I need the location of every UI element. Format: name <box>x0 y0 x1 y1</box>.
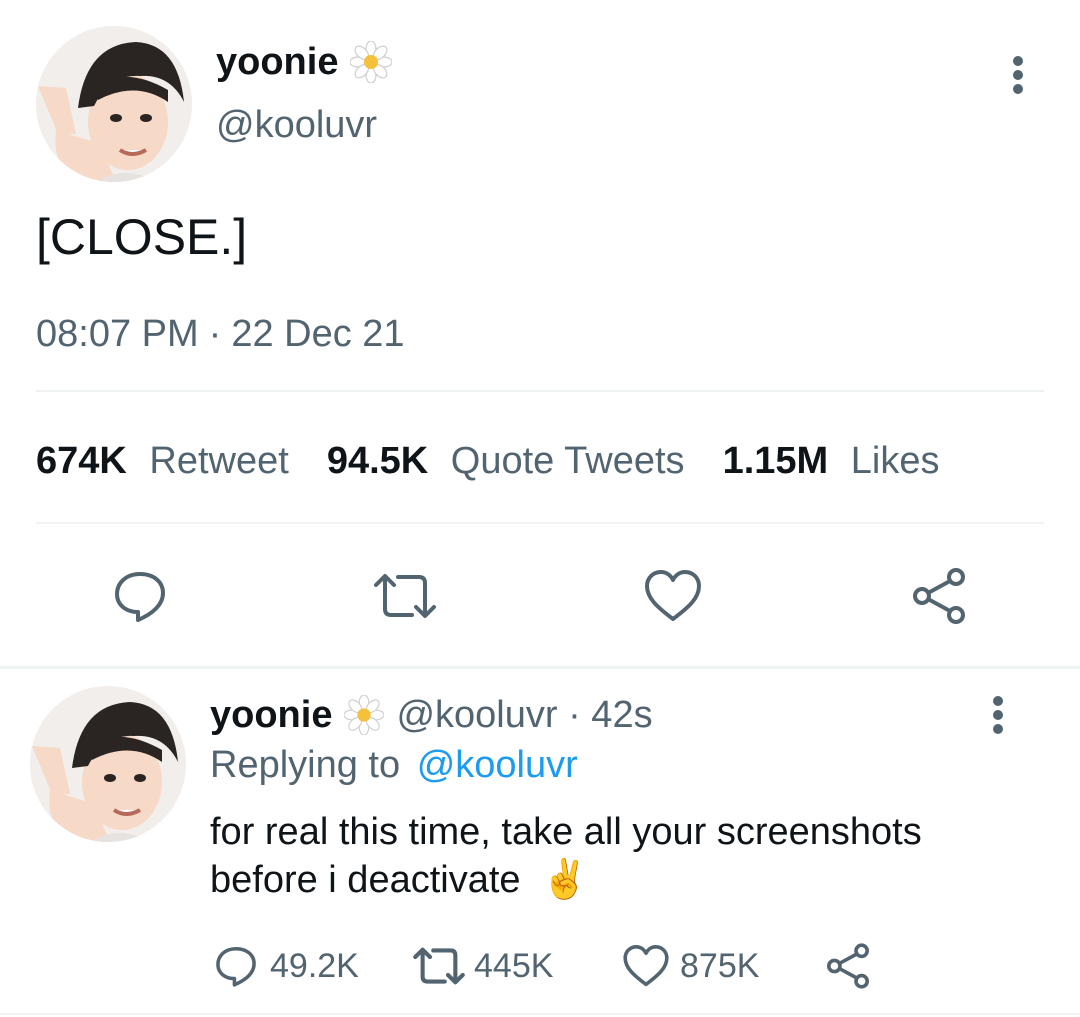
tweet-timestamp: 08:07 PM · 22 Dec 21 <box>36 310 405 358</box>
section-divider <box>0 666 1080 669</box>
reply-display-name[interactable]: yoonie <box>210 694 332 737</box>
retweet-count: 445K <box>474 946 554 985</box>
likes-stat[interactable]: 1.15M Likes <box>723 440 940 483</box>
author-handle[interactable]: @kooluvr <box>216 104 377 147</box>
retweets-stat[interactable]: 674K Retweet <box>36 440 289 483</box>
tweet-date: 22 Dec 21 <box>231 312 405 355</box>
reply-icon[interactable] <box>110 566 170 626</box>
like-icon[interactable] <box>640 566 706 626</box>
more-options-icon[interactable] <box>998 52 1038 98</box>
retweet-action[interactable]: 445K <box>412 942 553 990</box>
divider <box>36 522 1044 524</box>
replying-to: Replying to @kooluvr <box>210 744 578 790</box>
tweet-time: 08:07 PM <box>36 312 199 355</box>
replying-label: Replying to <box>210 744 401 786</box>
retweet-icon[interactable] <box>370 566 440 626</box>
reply-author-avatar[interactable] <box>30 686 186 842</box>
like-action[interactable]: 875K <box>622 942 759 990</box>
share-icon[interactable] <box>906 566 972 626</box>
tweet-text: [CLOSE.] <box>36 209 248 265</box>
daisy-flower-icon <box>344 695 385 735</box>
bottom-divider <box>0 1013 1080 1015</box>
replying-to-link[interactable]: @kooluvr <box>417 744 578 786</box>
like-count: 875K <box>680 946 760 985</box>
retweet-icon <box>412 945 466 987</box>
reply-text-container: for real this time, take all your screen… <box>210 808 1030 904</box>
quotes-stat[interactable]: 94.5K Quote Tweets <box>327 440 685 483</box>
like-icon <box>622 944 670 988</box>
reply-more-options-icon[interactable] <box>978 692 1018 738</box>
retweets-label: Retweet <box>149 439 289 482</box>
timestamp-separator: · <box>208 312 222 355</box>
reply-count: 49.2K <box>270 946 359 985</box>
daisy-flower-icon <box>350 41 393 83</box>
reply-icon <box>214 944 258 988</box>
divider <box>36 390 1044 392</box>
author-display-name[interactable]: yoonie <box>216 41 338 84</box>
reply-handle-time[interactable]: @kooluvr · 42s <box>396 694 652 737</box>
retweets-count: 674K <box>36 439 127 482</box>
reply-action[interactable]: 49.2K <box>214 942 359 990</box>
engagement-stats: 674K Retweet 94.5K Quote Tweets 1.15M Li… <box>36 436 939 486</box>
quotes-label: Quote Tweets <box>450 439 685 482</box>
quotes-count: 94.5K <box>326 439 429 482</box>
victory-hand-emoji: ✌ <box>541 859 589 901</box>
author-avatar[interactable] <box>36 26 192 182</box>
likes-label: Likes <box>850 439 940 482</box>
likes-count: 1.15M <box>722 439 829 482</box>
share-icon[interactable] <box>822 940 874 992</box>
